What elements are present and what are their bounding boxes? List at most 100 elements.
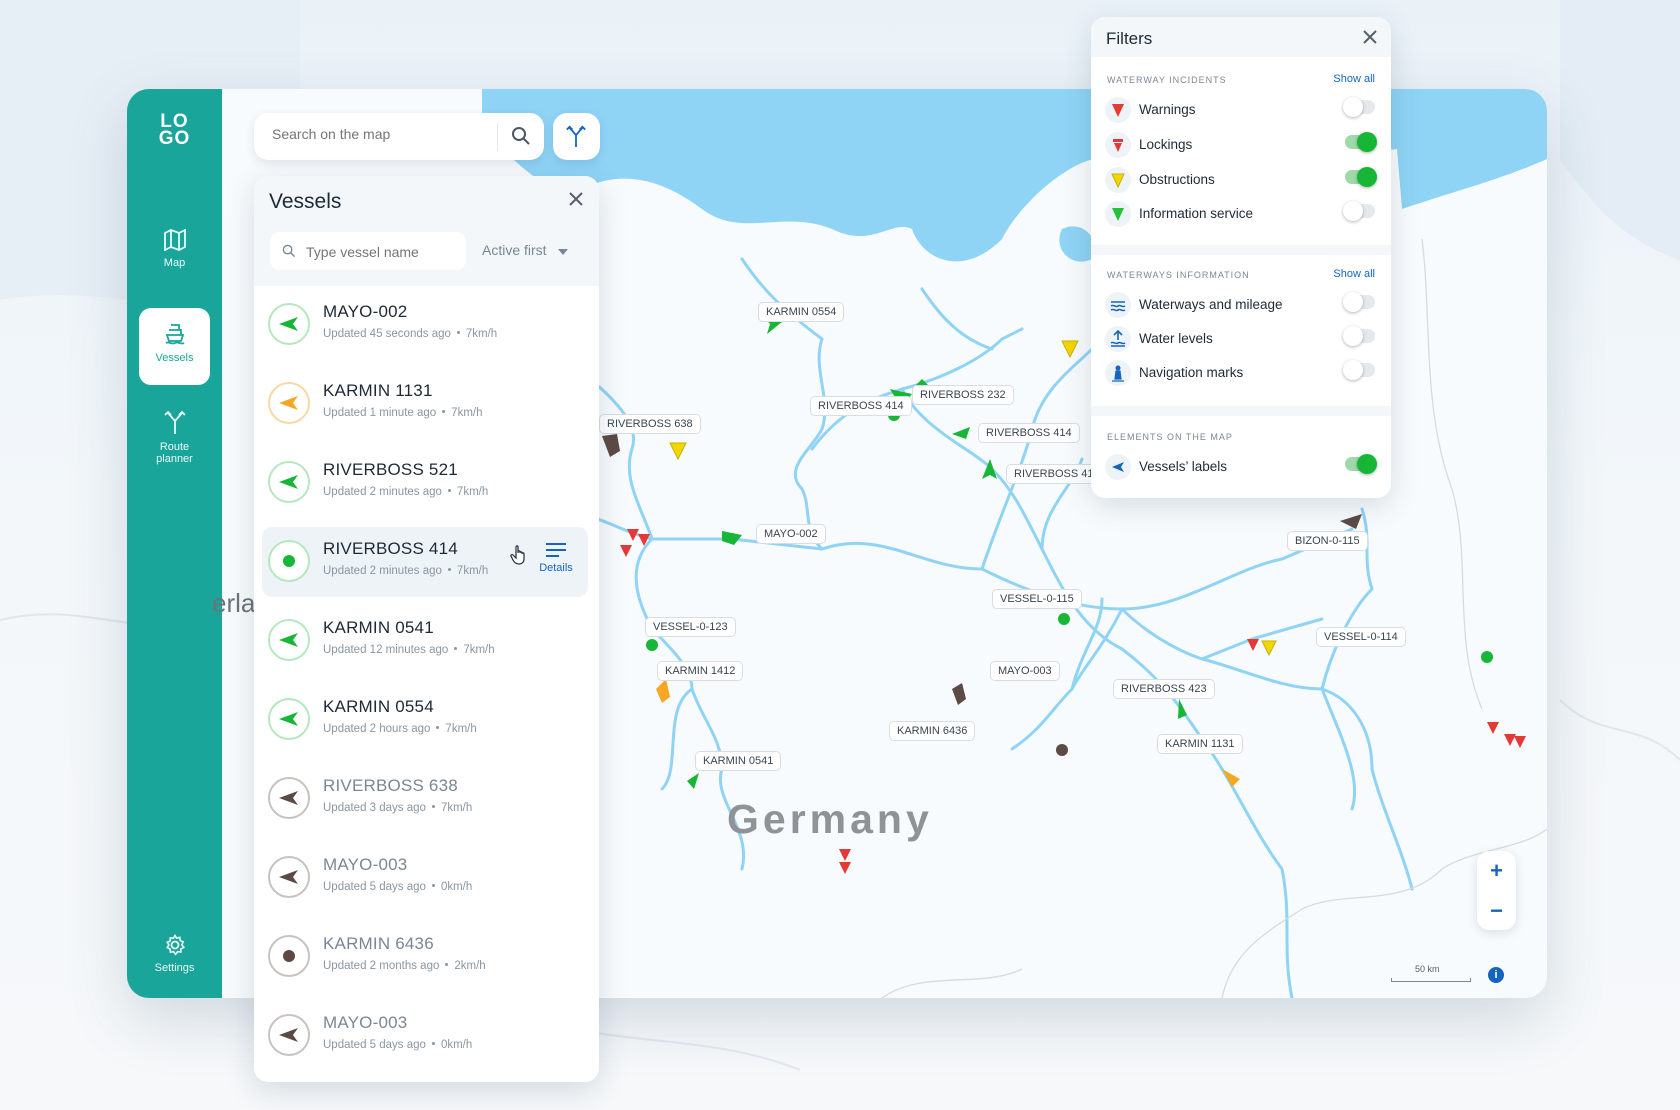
map-label[interactable]: VESSEL-0-114	[1316, 627, 1406, 647]
vessel-name: MAYO-002	[323, 302, 408, 321]
map-search-input[interactable]	[270, 125, 502, 143]
toggle-switch[interactable]	[1345, 167, 1377, 187]
map-label[interactable]: RIVERBOSS 232	[912, 385, 1014, 405]
zoom-out-button[interactable]: −	[1477, 891, 1516, 930]
map-label[interactable]: VESSEL-0-123	[645, 617, 736, 637]
filter-lockings[interactable]: Lockings	[1105, 131, 1377, 159]
vessel-list-item[interactable]: MAYO-003 Updated 5 days ago 0km/h	[262, 843, 588, 913]
map-label[interactable]: RIVERBOSS 414	[810, 396, 912, 416]
vessel-list-item[interactable]: RIVERBOSS 414 Updated 2 minutes ago 7km/h D…	[262, 527, 588, 597]
vessel-speed: 7km/h	[465, 328, 498, 340]
map-label[interactable]: KARMIN 0554	[758, 302, 845, 322]
vessel-name: RIVERBOSS 638	[323, 776, 458, 795]
filter-vessels-labels[interactable]: Vessels’ labels	[1105, 453, 1377, 481]
water-level-icon	[1105, 326, 1131, 352]
section-title: WATERWAY INCIDENTS	[1107, 75, 1227, 85]
close-icon[interactable]	[569, 192, 583, 206]
toggle-switch[interactable]	[1343, 292, 1375, 312]
close-icon[interactable]	[1363, 30, 1377, 44]
filter-water-levels[interactable]: Water levels	[1105, 325, 1375, 353]
vessels-panel: Vessels Active first MAYO-002 Updated 45 …	[254, 176, 599, 1082]
map-label[interactable]: RIVERBOSS 414	[978, 423, 1080, 443]
zoom-in-button[interactable]: +	[1477, 851, 1516, 890]
vessel-arrow-icon	[268, 382, 310, 424]
vessel-updated: Updated 45 seconds ago	[323, 328, 451, 340]
section-title: ELEMENTS ON THE MAP	[1107, 432, 1233, 442]
vessel-status: Updated 2 months ago 2km/h	[323, 960, 486, 972]
toggle-switch[interactable]	[1345, 132, 1377, 152]
sort-select[interactable]: Active first	[482, 242, 569, 258]
vessel-status: Updated 3 days ago 7km/h	[323, 802, 472, 814]
vessel-arrow-icon	[268, 698, 310, 740]
nav-item-map[interactable]: Map	[139, 229, 210, 279]
vessel-name: MAYO-003	[323, 1013, 408, 1032]
map-search	[254, 113, 544, 160]
vessel-speed: 7km/h	[440, 802, 473, 814]
separator-dot	[445, 963, 449, 967]
filter-label: Water levels	[1139, 331, 1213, 346]
vessel-arrow-icon	[268, 619, 310, 661]
filter-obstructions[interactable]: Obstructions	[1105, 166, 1377, 194]
chevron-down-icon	[558, 249, 569, 255]
map-label[interactable]: VESSEL-0-115	[992, 589, 1082, 609]
route-planner-button[interactable]	[553, 113, 600, 160]
vessel-arrow-icon	[268, 461, 310, 503]
vessel-name: RIVERBOSS 414	[323, 539, 458, 558]
toggle-switch[interactable]	[1343, 326, 1375, 346]
vessel-status: Updated 2 minutes ago 7km/h	[323, 565, 488, 577]
waterways-icon	[1105, 292, 1131, 318]
info-icon[interactable]: i	[1488, 967, 1504, 983]
section-title: WATERWAYS INFORMATION	[1107, 270, 1250, 280]
map-label[interactable]: KARMIN 0541	[695, 751, 782, 771]
toggle-switch[interactable]	[1343, 97, 1375, 117]
filter-waterways-mileage[interactable]: Waterways and mileage	[1105, 291, 1375, 319]
map-label[interactable]: RIVERBOSS 638	[599, 414, 701, 434]
map-label[interactable]: KARMIN 1412	[657, 661, 744, 681]
vessel-speed: 7km/h	[456, 565, 489, 577]
details-button[interactable]: Details	[532, 543, 580, 574]
nav-item-vessels[interactable]: Vessels	[139, 308, 210, 385]
vessel-updated: Updated 1 minute ago	[323, 407, 437, 419]
filter-information-service[interactable]: Information service	[1105, 200, 1375, 228]
vessel-status: Updated 2 hours ago 7km/h	[323, 723, 477, 735]
sidebar: LO GO Map Vessels Route planner Settings	[127, 89, 222, 998]
vessel-list-item[interactable]: KARMIN 1131 Updated 1 minute ago 7km/h	[262, 369, 588, 439]
map-label[interactable]: KARMIN 1131	[1157, 734, 1243, 754]
vessel-list-item[interactable]: KARMIN 0554 Updated 2 hours ago 7km/h	[262, 685, 588, 755]
toggle-switch[interactable]	[1343, 360, 1375, 380]
vessel-list-item[interactable]: MAYO-002 Updated 45 seconds ago 7km/h	[262, 290, 588, 360]
vessel-search-input[interactable]	[304, 243, 458, 261]
vessel-list-item[interactable]: RIVERBOSS 521 Updated 2 minutes ago 7km/h	[262, 448, 588, 518]
vessel-list-item[interactable]: RIVERBOSS 638 Updated 3 days ago 7km/h	[262, 764, 588, 834]
vessel-speed: 7km/h	[451, 407, 483, 419]
vessel-list-item[interactable]: KARMIN 0541 Updated 12 minutes ago 7km/h	[262, 606, 588, 676]
map-label[interactable]: RIVERBOSS 423	[1113, 679, 1215, 699]
vessel-search	[270, 232, 466, 270]
warning-icon	[1105, 97, 1131, 123]
search-icon	[282, 244, 296, 258]
show-all-link[interactable]: Show all	[1333, 73, 1375, 85]
vessel-list-item[interactable]: MAYO-003 Updated 5 days ago 0km/h	[262, 1001, 588, 1071]
pointer-hand-icon	[510, 545, 528, 570]
filter-warnings[interactable]: Warnings	[1105, 96, 1375, 124]
search-icon[interactable]	[511, 126, 531, 146]
toggle-switch[interactable]	[1345, 454, 1377, 474]
show-all-link[interactable]: Show all	[1333, 268, 1375, 280]
nav-item-route-planner[interactable]: Route planner	[139, 409, 210, 479]
filter-label: Navigation marks	[1139, 365, 1244, 380]
nav-item-settings[interactable]: Settings	[139, 934, 210, 984]
map-label[interactable]: BIZON-0-115	[1287, 531, 1368, 551]
map-label[interactable]: MAYO-002	[756, 524, 826, 544]
toggle-switch[interactable]	[1343, 201, 1375, 221]
map-label[interactable]: RIVERBOSS 41	[1006, 464, 1102, 484]
vessel-list-item[interactable]: KARMIN 6436 Updated 2 months ago 2km/h	[262, 922, 588, 992]
map-label[interactable]: MAYO-003	[990, 661, 1060, 681]
filter-navigation-marks[interactable]: Navigation marks	[1105, 359, 1375, 387]
map-label[interactable]: KARMIN 6436	[889, 721, 976, 741]
country-label: Germany	[727, 796, 933, 842]
vessel-speed: 7km/h	[463, 644, 495, 656]
locking-icon	[1105, 132, 1131, 158]
ship-icon	[165, 324, 184, 345]
vessel-name: KARMIN 1131	[323, 381, 433, 400]
sort-select-value: Active first	[482, 242, 547, 258]
